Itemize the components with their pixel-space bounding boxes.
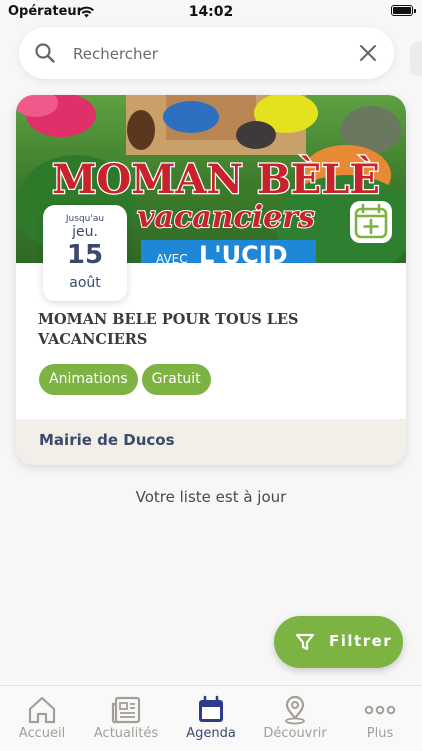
tab-label-agenda: Agenda — [186, 726, 236, 741]
newspaper-icon — [111, 696, 141, 724]
add-to-calendar-button[interactable] — [350, 201, 392, 243]
event-card[interactable]: AVEC L'UCID MOMAN BÈLÈ vacanciers Jusqu'… — [16, 95, 406, 465]
search-bar[interactable] — [19, 27, 394, 79]
tab-decouvrir[interactable]: Découvrir — [253, 686, 337, 751]
image-title-line1: MOMAN BÈLÈ — [52, 156, 380, 203]
filter-icon — [295, 633, 315, 651]
tab-label-accueil: Accueil — [18, 726, 66, 741]
tag-animations[interactable]: Animations — [39, 364, 138, 395]
search-input[interactable] — [71, 40, 345, 68]
date-day-of-week: jeu. — [72, 224, 98, 240]
list-status-text: Votre liste est à jour — [135, 488, 287, 506]
tab-bar: Accueil Actualités Agenda Découvrir Plus — [0, 685, 422, 751]
home-icon — [28, 696, 56, 724]
filter-button[interactable]: Filtrer — [274, 616, 403, 668]
tab-actualites[interactable]: Actualités — [84, 686, 168, 751]
calendar-icon — [199, 695, 223, 722]
image-title-line2: vacanciers — [137, 200, 315, 235]
date-prefix: Jusqu'au — [65, 214, 105, 224]
tab-label-decouvrir: Découvrir — [263, 726, 327, 741]
map-pin-icon — [285, 695, 305, 725]
search-icon — [35, 43, 55, 63]
side-handle — [410, 42, 422, 76]
card-footer: Mairie de Ducos — [16, 419, 406, 465]
organizer-name: Mairie de Ducos — [39, 431, 175, 449]
image-banner-small: AVEC — [156, 252, 188, 263]
tab-plus[interactable]: Plus — [338, 686, 422, 751]
close-icon[interactable] — [359, 44, 377, 62]
tab-agenda[interactable]: Agenda — [169, 686, 253, 751]
battery-icon — [391, 5, 416, 16]
more-icon — [364, 705, 396, 715]
tab-label-plus: Plus — [366, 726, 394, 741]
filter-label: Filtrer — [329, 632, 393, 650]
calendar-add-icon — [354, 203, 388, 239]
status-bar: Opérateur 14:02 — [0, 0, 422, 24]
date-day: 15 — [66, 240, 104, 270]
tab-label-actualites: Actualités — [93, 726, 159, 741]
clock: 14:02 — [188, 4, 234, 20]
date-month: août — [69, 275, 101, 291]
tag-gratuit[interactable]: Gratuit — [141, 364, 211, 395]
date-badge: Jusqu'au jeu. 15 août — [43, 205, 127, 301]
image-banner: L'UCID — [199, 241, 288, 263]
tab-accueil[interactable]: Accueil — [0, 686, 84, 751]
event-title[interactable]: MOMAN BELE POUR TOUS LES VACANCIERS — [38, 310, 338, 350]
event-tags: Animations Gratuit — [39, 364, 215, 395]
